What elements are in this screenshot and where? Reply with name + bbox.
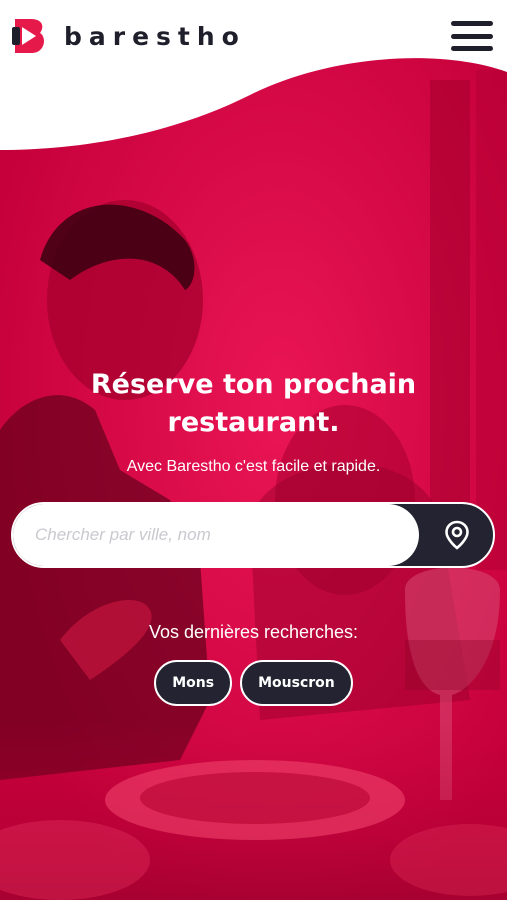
headline-line-1: Réserve ton prochain — [90, 369, 417, 400]
hero-headline: Réserve ton prochain restaurant. — [0, 366, 507, 442]
search-input[interactable] — [13, 504, 419, 566]
recent-searches-title: Vos dernières recherches: — [148, 622, 359, 642]
brand-logo[interactable]: barestho — [12, 17, 246, 55]
barestho-logo-icon — [12, 19, 44, 53]
brand-name: barestho — [64, 21, 246, 51]
headline-line-2: restaurant. — [167, 407, 340, 438]
recent-search-chip-mons[interactable]: Mons — [154, 660, 233, 706]
hamburger-menu-icon[interactable] — [451, 21, 493, 51]
search-bar — [11, 502, 495, 568]
recent-searches-list: Mons Mouscron — [0, 660, 507, 706]
location-pin-icon — [445, 520, 469, 550]
app-header: barestho — [0, 0, 507, 72]
recent-search-chip-mouscron[interactable]: Mouscron — [240, 660, 353, 706]
location-search-button[interactable] — [421, 504, 493, 566]
menu-line — [451, 46, 493, 51]
menu-line — [451, 33, 493, 39]
hero-subline: Avec Barestho c'est facile et rapide. — [126, 458, 381, 475]
hero-section — [0, 0, 507, 900]
menu-line — [451, 21, 493, 26]
